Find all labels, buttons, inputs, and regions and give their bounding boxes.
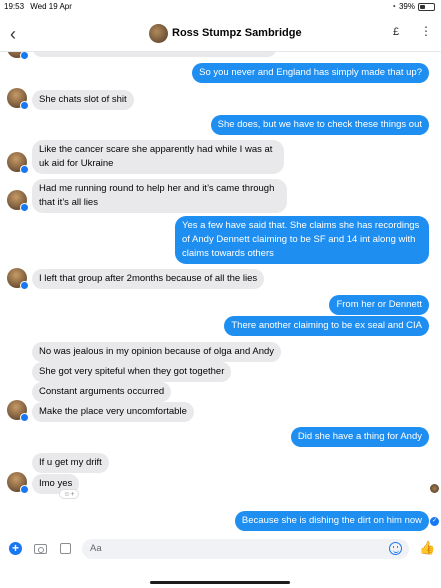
messenger-badge-icon: [20, 485, 29, 494]
payment-icon[interactable]: £: [393, 26, 399, 38]
messenger-badge-icon: [20, 51, 29, 60]
messenger-badge-icon: [20, 101, 29, 110]
message-incoming[interactable]: Like the cancer scare she apparently had…: [32, 140, 284, 174]
photo-icon[interactable]: [60, 543, 71, 554]
more-options-icon[interactable]: ⋮: [420, 24, 432, 38]
emoji-icon[interactable]: [389, 542, 402, 555]
messenger-badge-icon: [20, 165, 29, 174]
sender-avatar[interactable]: [7, 190, 29, 212]
messenger-badge-icon: [20, 203, 29, 212]
sender-avatar[interactable]: [7, 472, 29, 494]
message-outgoing[interactable]: Because she is dishing the dirt on him n…: [234, 511, 429, 531]
message-incoming[interactable]: No was jealous in my opinion because of …: [32, 342, 282, 362]
message-outgoing[interactable]: From her or Dennett: [329, 295, 429, 315]
message-incoming[interactable]: She got very spiteful when they got toge…: [32, 362, 232, 382]
clock-date: Wed 19 Apr: [30, 2, 72, 11]
messenger-badge-icon: [20, 413, 29, 422]
message-incoming[interactable]: If u get my drift: [32, 453, 109, 473]
sent-check-icon: ✓: [430, 517, 439, 526]
message-outgoing[interactable]: Yes a few have said that. She claims she…: [175, 216, 429, 264]
message-outgoing[interactable]: Did she have a thing for Andy: [290, 427, 429, 447]
sender-avatar[interactable]: [7, 88, 29, 110]
message-outgoing[interactable]: So you never and England has simply made…: [192, 63, 429, 83]
message-outgoing[interactable]: She does, but we have to check these thi…: [210, 115, 429, 135]
sender-avatar[interactable]: [7, 268, 29, 290]
home-indicator[interactable]: [150, 581, 290, 584]
message-input-placeholder: Aa: [90, 543, 102, 554]
plus-icon[interactable]: +: [9, 542, 22, 555]
camera-icon[interactable]: [34, 544, 47, 554]
back-icon[interactable]: ‹: [10, 24, 16, 44]
message-incoming[interactable]: Make the place very uncomfortable: [32, 402, 194, 422]
message-composer: + Aa 👍: [0, 534, 441, 566]
message-incoming[interactable]: She chats slot of shit: [32, 90, 134, 110]
message-incoming[interactable]: Had me running round to help her and it’…: [32, 179, 287, 213]
wifi-icon: ◔: [391, 2, 396, 11]
messenger-badge-icon: [20, 281, 29, 290]
conversation-header: ‹ Ross Stumpz Sambridge £ ⋮: [0, 18, 441, 52]
read-receipt-avatar: [430, 484, 439, 493]
sender-avatar[interactable]: [7, 400, 29, 422]
message-thread[interactable]: If I say I lost my arm in Vietnam does t…: [0, 40, 441, 532]
thumbs-up-icon[interactable]: 👍: [419, 540, 435, 556]
clock-time: 19:53: [4, 2, 25, 11]
status-bar: 19:53 Wed 19 Apr ◔ 39%: [0, 0, 441, 14]
message-input[interactable]: Aa: [82, 539, 409, 559]
message-outgoing[interactable]: There another claiming to be ex seal and…: [224, 316, 429, 336]
contact-avatar[interactable]: [149, 24, 168, 43]
add-reaction-button[interactable]: ☺+: [59, 489, 79, 499]
battery-icon: [418, 2, 435, 11]
message-incoming[interactable]: Constant arguments occurred: [32, 382, 172, 402]
message-incoming[interactable]: I left that group after 2months because …: [32, 269, 265, 289]
battery-percent: 39%: [398, 2, 415, 11]
contact-name[interactable]: Ross Stumpz Sambridge: [172, 27, 302, 39]
sender-avatar[interactable]: [7, 152, 29, 174]
